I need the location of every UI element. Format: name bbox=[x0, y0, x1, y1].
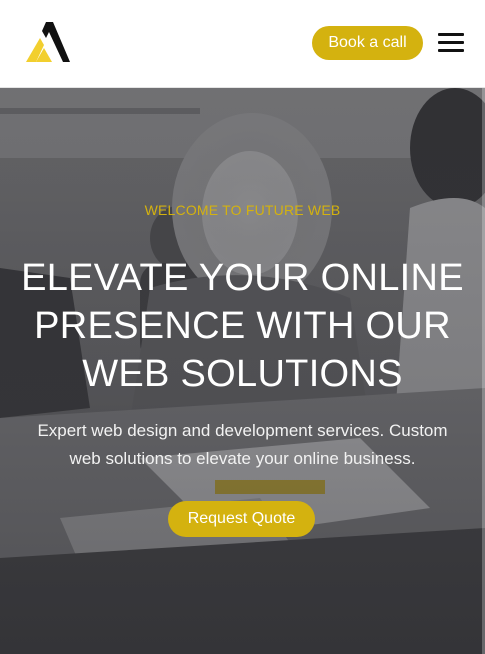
hero-section: WELCOME TO FUTURE WEB ELEVATE YOUR ONLIN… bbox=[0, 88, 485, 654]
request-quote-button[interactable]: Request Quote bbox=[168, 501, 315, 537]
menu-bar bbox=[438, 49, 464, 52]
menu-bar bbox=[438, 33, 464, 36]
hero-headline: ELEVATE YOUR ONLINE PRESENCE WITH OUR WE… bbox=[21, 257, 464, 395]
site-header: Book a call bbox=[0, 0, 485, 88]
hero-subtext: Expert web design and development servic… bbox=[37, 421, 448, 468]
triangle-a-logo-icon[interactable] bbox=[22, 20, 72, 64]
page: Book a call WELCOME TO FUTURE WEB ELEVAT… bbox=[0, 0, 485, 654]
hamburger-menu-icon[interactable] bbox=[438, 33, 464, 53]
book-a-call-button[interactable]: Book a call bbox=[312, 26, 423, 60]
menu-bar bbox=[438, 41, 464, 44]
hero-eyebrow: WELCOME TO FUTURE WEB bbox=[144, 202, 341, 218]
